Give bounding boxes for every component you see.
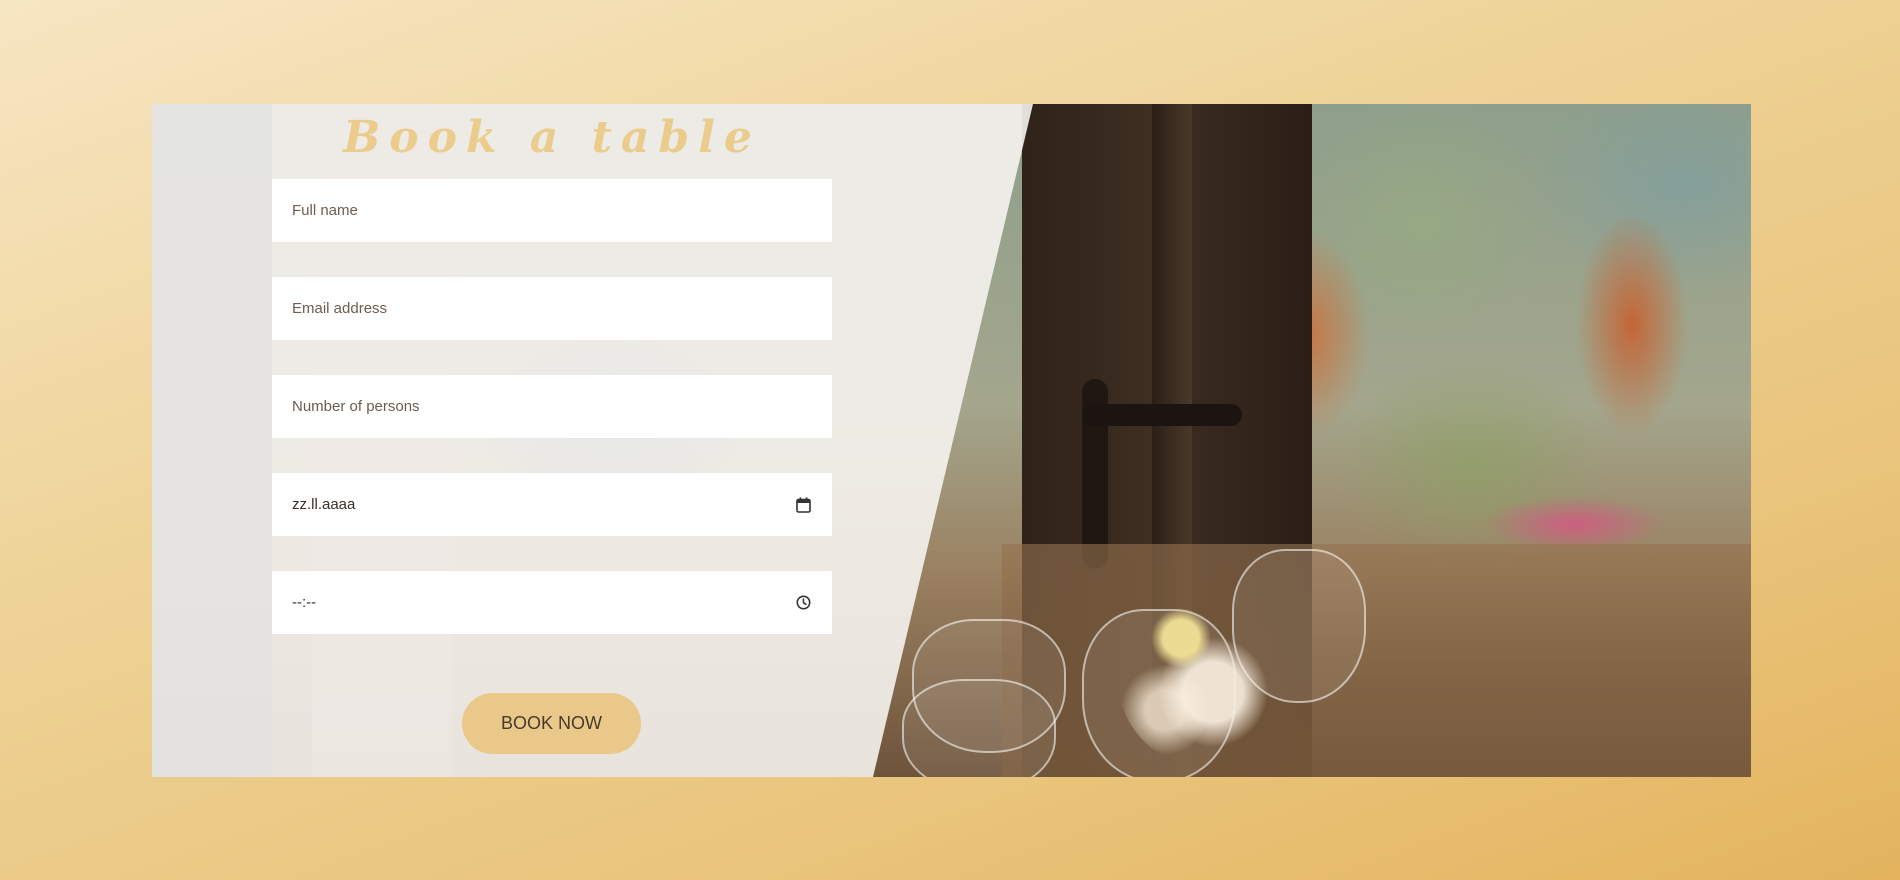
time-field[interactable]: --:-- bbox=[272, 571, 832, 634]
full-name-placeholder: Full name bbox=[292, 202, 358, 219]
photo-door-handle bbox=[1082, 404, 1242, 426]
time-value: --:-- bbox=[292, 594, 317, 611]
persons-field[interactable]: Number of persons bbox=[272, 375, 832, 438]
full-name-field[interactable]: Full name bbox=[272, 179, 832, 242]
booking-title: Book a table bbox=[343, 112, 761, 163]
date-field[interactable]: zz.ll.aaaa bbox=[272, 473, 832, 536]
clock-icon[interactable] bbox=[794, 594, 812, 612]
calendar-icon[interactable] bbox=[794, 496, 812, 514]
photo-flowers bbox=[1117, 584, 1277, 764]
booking-card: Book a table Full name Email address Num… bbox=[152, 104, 1751, 777]
persons-placeholder: Number of persons bbox=[292, 398, 420, 415]
book-now-button[interactable]: BOOK NOW bbox=[462, 693, 641, 754]
date-value: zz.ll.aaaa bbox=[292, 496, 356, 513]
email-field[interactable]: Email address bbox=[272, 277, 832, 340]
email-placeholder: Email address bbox=[292, 300, 388, 317]
photo-wine-glass bbox=[902, 679, 1056, 777]
